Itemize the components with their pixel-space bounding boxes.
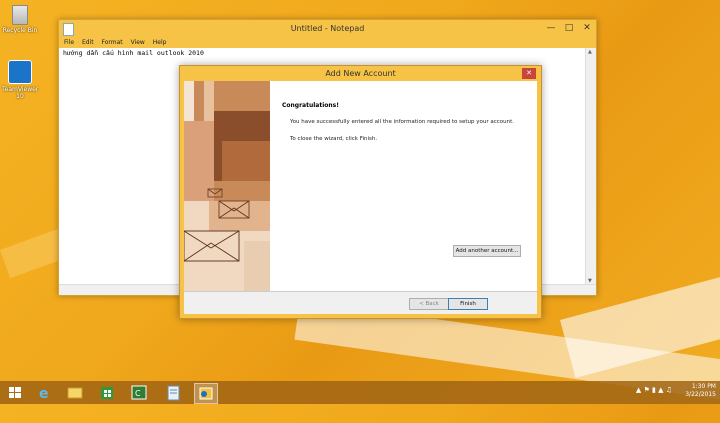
- desktop-icon-label: Recycle Bin: [2, 27, 38, 34]
- minimize-button[interactable]: —: [542, 20, 560, 37]
- recycle-bin-icon: [12, 5, 28, 25]
- add-new-account-dialog: Add New Account ✕ Congratulations! You h…: [179, 65, 542, 319]
- dialog-body: Congratulations! You have successfully e…: [184, 81, 537, 314]
- clock-date[interactable]: 3/22/2015: [685, 391, 716, 399]
- menu-file[interactable]: File: [64, 39, 74, 46]
- back-button[interactable]: < Back: [409, 298, 449, 310]
- battery-icon[interactable]: ▮: [652, 386, 656, 394]
- taskbar: e C ▲ ⚑ ▮ ▲ ♫ 1:30 PM 3/22/2015: [0, 381, 720, 404]
- finish-button[interactable]: Finish: [448, 298, 488, 310]
- internet-explorer-icon: e: [39, 386, 49, 402]
- notepad-titlebar[interactable]: Untitled - Notepad — □ ✕: [59, 20, 596, 37]
- menu-format[interactable]: Format: [102, 39, 123, 46]
- start-icon: [9, 387, 21, 398]
- menu-help[interactable]: Help: [153, 39, 167, 46]
- volume-icon[interactable]: ♫: [666, 386, 672, 394]
- network-icon[interactable]: ▲: [658, 386, 663, 394]
- file-explorer-icon: [67, 387, 83, 399]
- taskbar-item-outlook[interactable]: [194, 383, 218, 404]
- system-tray[interactable]: ▲ ⚑ ▮ ▲ ♫ 1:30 PM 3/22/2015: [636, 383, 716, 399]
- dialog-title: Add New Account: [325, 69, 396, 78]
- congratulations-heading: Congratulations!: [282, 102, 339, 109]
- taskbar-item-notepad[interactable]: [162, 383, 184, 402]
- dialog-close-button[interactable]: ✕: [522, 68, 536, 79]
- close-button[interactable]: ✕: [578, 20, 596, 37]
- window-title: Untitled - Notepad: [290, 24, 365, 33]
- menu-view[interactable]: View: [131, 39, 145, 46]
- outlook-icon: [199, 387, 213, 400]
- taskbar-item-store[interactable]: [96, 383, 118, 402]
- svg-text:e: e: [39, 386, 49, 402]
- teamviewer-icon: [8, 60, 32, 84]
- scroll-up-icon[interactable]: ▲: [588, 49, 592, 55]
- clock-time[interactable]: 1:30 PM: [685, 383, 716, 391]
- close-instruction: To close the wizard, click Finish.: [290, 136, 378, 142]
- taskbar-item-camtasia[interactable]: C: [128, 383, 150, 402]
- success-message: You have successfully entered all the in…: [290, 119, 515, 125]
- dialog-titlebar[interactable]: Add New Account ✕: [180, 66, 541, 81]
- wizard-banner-image: [184, 81, 270, 291]
- taskbar-item-internet-explorer[interactable]: e: [34, 383, 56, 402]
- store-icon: [101, 387, 113, 399]
- wizard-footer: < Back Finish: [184, 291, 537, 314]
- camtasia-icon: C: [131, 385, 147, 400]
- wizard-content: Congratulations! You have successfully e…: [270, 81, 537, 291]
- menu-edit[interactable]: Edit: [82, 39, 94, 46]
- maximize-button[interactable]: □: [560, 20, 578, 37]
- desktop-icon-label: TeamViewer 10: [2, 86, 39, 100]
- notepad-icon: [167, 385, 180, 401]
- desktop-icon-teamviewer[interactable]: TeamViewer 10: [2, 60, 38, 100]
- add-another-account-button[interactable]: Add another account...: [453, 245, 521, 257]
- notepad-icon: [63, 23, 74, 36]
- desktop-icon-recycle-bin[interactable]: Recycle Bin: [2, 5, 38, 34]
- flag-icon[interactable]: ⚑: [643, 386, 649, 394]
- show-hidden-icons-icon[interactable]: ▲: [636, 386, 641, 394]
- svg-text:C: C: [135, 389, 141, 398]
- start-button[interactable]: [4, 383, 26, 402]
- vertical-scrollbar[interactable]: ▲ ▼: [585, 48, 596, 285]
- menu-bar: File Edit Format View Help: [59, 37, 596, 48]
- taskbar-item-file-explorer[interactable]: [64, 383, 86, 402]
